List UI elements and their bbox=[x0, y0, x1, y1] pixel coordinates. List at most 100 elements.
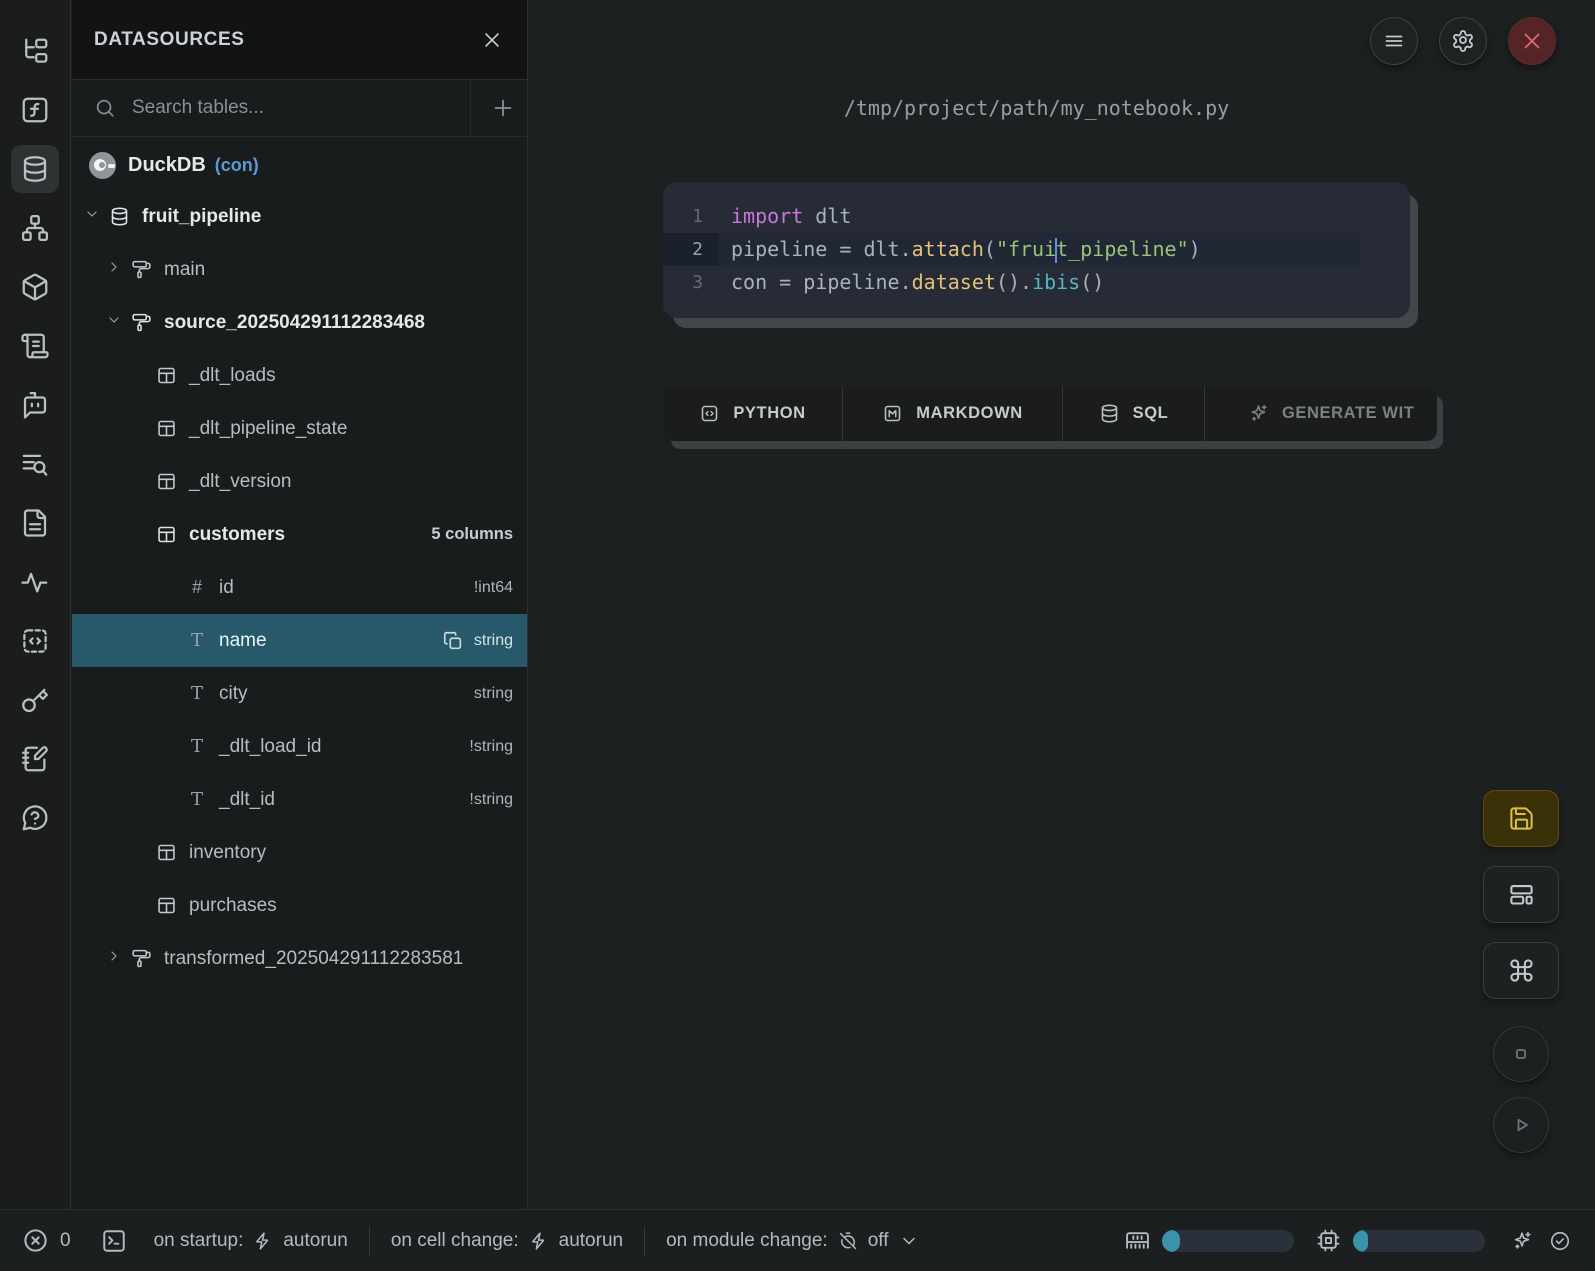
tree-row-_dlt_pipeline_state[interactable]: _dlt_pipeline_state bbox=[72, 402, 527, 455]
tree-row-transformed_202504291112283581[interactable]: transformed_202504291112283581 bbox=[72, 932, 527, 985]
tree-row-_dlt_loads[interactable]: _dlt_loads bbox=[72, 349, 527, 402]
status-label: on startup: bbox=[154, 1230, 244, 1252]
tree-row-main[interactable]: main bbox=[72, 243, 527, 296]
rail-item-dependencies[interactable] bbox=[11, 204, 59, 252]
rail-item-documentation[interactable] bbox=[11, 322, 59, 370]
rail-item-snippets-code[interactable] bbox=[11, 617, 59, 665]
tree-row-_dlt_version[interactable]: _dlt_version bbox=[72, 455, 527, 508]
code-line-2[interactable]: 2pipeline = dlt.attach("fruit_pipeline") bbox=[663, 233, 1410, 266]
add-markdown-cell-button[interactable]: MARKDOWN bbox=[843, 386, 1063, 441]
copy-icon[interactable] bbox=[442, 630, 464, 652]
logs-search-icon bbox=[20, 449, 50, 479]
numeric-column-icon: # bbox=[187, 577, 207, 598]
tree-item-label: _dlt_pipeline_state bbox=[189, 418, 347, 440]
code-line-1[interactable]: 1import dlt bbox=[663, 200, 1410, 233]
terminal-icon[interactable] bbox=[101, 1228, 127, 1254]
tree-connection-duckdb[interactable]: DuckDB(con) bbox=[72, 140, 527, 190]
menu-button[interactable] bbox=[1370, 17, 1418, 65]
close-app-button[interactable] bbox=[1508, 17, 1556, 65]
status-value: autorun bbox=[283, 1230, 347, 1252]
stop-button[interactable] bbox=[1493, 1026, 1549, 1082]
status-on-module-change[interactable]: on module change:off bbox=[666, 1230, 918, 1252]
rail-item-tracing[interactable] bbox=[11, 558, 59, 606]
status-on-startup[interactable]: on startup: autorun bbox=[154, 1230, 348, 1252]
text-column-icon: T bbox=[187, 789, 207, 810]
dropdown-chevron-icon[interactable] bbox=[899, 1231, 919, 1251]
layout-button[interactable] bbox=[1483, 866, 1559, 923]
tree-row-_dlt_load_id[interactable]: T_dlt_load_id!string bbox=[72, 720, 527, 773]
tree-item-label: transformed_202504291112283581 bbox=[164, 948, 463, 970]
table-icon bbox=[156, 895, 177, 916]
tree-row-customers[interactable]: customers5 columns bbox=[72, 508, 527, 561]
tree-item-label: fruit_pipeline bbox=[142, 206, 261, 228]
app-window: DATASOURCES DuckDB(con) fruit_pipelinemai… bbox=[0, 0, 1595, 1271]
functions-icon bbox=[20, 95, 50, 125]
panel-title: DATASOURCES bbox=[94, 29, 245, 51]
status-label: on module change: bbox=[666, 1230, 828, 1252]
tree-row-inventory[interactable]: inventory bbox=[72, 826, 527, 879]
add-sql-cell-button[interactable]: SQL bbox=[1063, 386, 1205, 441]
tree-item-label: _dlt_loads bbox=[189, 365, 276, 387]
memory-usage-bar bbox=[1162, 1230, 1294, 1252]
memory-icon bbox=[1125, 1228, 1150, 1253]
close-panel-icon[interactable] bbox=[481, 29, 503, 51]
text-column-icon: T bbox=[187, 630, 207, 651]
save-button[interactable] bbox=[1483, 790, 1559, 847]
panel-header: DATASOURCES bbox=[72, 0, 527, 80]
search-input[interactable] bbox=[130, 96, 470, 120]
code-line-3[interactable]: 3con = pipeline.dataset().ibis() bbox=[663, 266, 1410, 299]
run-controls bbox=[1493, 1026, 1549, 1153]
status-on-cell-change[interactable]: on cell change:autorun bbox=[391, 1230, 623, 1252]
table-icon bbox=[156, 842, 177, 863]
tree-row-purchases[interactable]: purchases bbox=[72, 879, 527, 932]
add-sql-cell-label: SQL bbox=[1133, 404, 1169, 423]
chevron-right-icon[interactable] bbox=[106, 948, 126, 970]
tree-row-name[interactable]: Tnamestring bbox=[72, 614, 527, 667]
add-python-cell-label: PYTHON bbox=[733, 404, 805, 423]
on-module-change-icon bbox=[838, 1231, 858, 1251]
settings-button[interactable] bbox=[1439, 17, 1487, 65]
rail-item-secrets[interactable] bbox=[11, 676, 59, 724]
add-sql-cell-icon bbox=[1099, 403, 1120, 424]
error-count: 0 bbox=[60, 1230, 71, 1252]
table-icon bbox=[156, 524, 177, 545]
tree-row-fruit_pipeline[interactable]: fruit_pipeline bbox=[72, 190, 527, 243]
window-controls bbox=[1370, 17, 1556, 65]
tree-row-city[interactable]: Tcitystring bbox=[72, 667, 527, 720]
code-text: import dlt bbox=[719, 200, 851, 233]
status-separator bbox=[369, 1226, 370, 1256]
rail-item-file-tree[interactable] bbox=[11, 27, 59, 75]
rail-item-chat[interactable] bbox=[11, 381, 59, 429]
dependencies-icon bbox=[20, 213, 50, 243]
tree-row-source_202504291112283468[interactable]: source_202504291112283468 bbox=[72, 296, 527, 349]
code-cell[interactable]: 1import dlt2pipeline = dlt.attach("fruit… bbox=[663, 182, 1410, 318]
side-action-buttons bbox=[1483, 790, 1559, 999]
help-icon bbox=[20, 803, 50, 833]
line-number: 3 bbox=[663, 266, 719, 299]
add-datasource-button[interactable] bbox=[471, 80, 527, 137]
rail-item-datasources[interactable] bbox=[11, 145, 59, 193]
command-palette-button[interactable] bbox=[1483, 942, 1559, 999]
error-indicator[interactable]: 0 bbox=[22, 1227, 71, 1254]
tree-item-label: source_202504291112283468 bbox=[164, 312, 425, 334]
rail-item-snippets-file[interactable] bbox=[11, 499, 59, 547]
rail-item-packages[interactable] bbox=[11, 263, 59, 311]
tree-item-label: name bbox=[219, 630, 267, 652]
cpu-usage bbox=[1316, 1228, 1485, 1253]
schema-icon bbox=[131, 312, 152, 333]
add-python-cell-button[interactable]: PYTHON bbox=[663, 386, 843, 441]
chevron-down-icon[interactable] bbox=[106, 312, 126, 334]
generate-with-ai-button[interactable]: GENERATE WIT bbox=[1205, 386, 1437, 441]
chevron-down-icon[interactable] bbox=[84, 206, 104, 228]
ai-sparkles-icon[interactable] bbox=[1511, 1230, 1533, 1252]
tree-row-id[interactable]: #id!int64 bbox=[72, 561, 527, 614]
rail-item-scratchpad[interactable] bbox=[11, 735, 59, 783]
rail-item-help[interactable] bbox=[11, 794, 59, 842]
rail-item-functions[interactable] bbox=[11, 86, 59, 134]
chevron-right-icon[interactable] bbox=[106, 259, 126, 281]
run-button[interactable] bbox=[1493, 1097, 1549, 1153]
text-column-icon: T bbox=[187, 683, 207, 704]
connection-ok-icon[interactable] bbox=[1549, 1230, 1571, 1252]
rail-item-logs-search[interactable] bbox=[11, 440, 59, 488]
tree-row-_dlt_id[interactable]: T_dlt_id!string bbox=[72, 773, 527, 826]
